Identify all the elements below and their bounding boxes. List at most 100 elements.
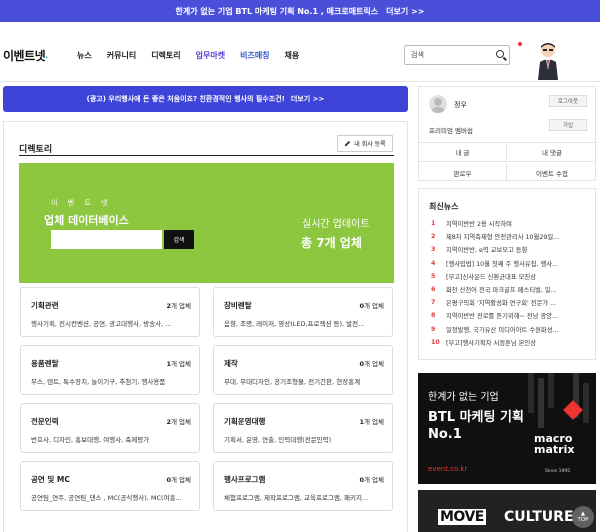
company-search-input[interactable]	[51, 230, 162, 249]
notification-dot-icon	[518, 42, 522, 46]
search-input[interactable]: 검색	[404, 45, 510, 65]
promo-ad-bar[interactable]: (광고) 우리행사에 돈 좋은 처음이죠? 친환경적인 행사의 필수조건! 더보…	[3, 86, 408, 112]
nav-jobs[interactable]: 채용	[285, 50, 300, 61]
avatar	[429, 95, 447, 113]
page-title: 디렉토리	[19, 145, 53, 155]
macromatrix-ad-banner[interactable]: 한계가 없는 기업 BTL 마케팅 기획 No.1 macro matrix Si…	[418, 373, 596, 484]
user-panel: 정우 로그아웃 프리미엄 멤버쉽 가입 내 글 내 댓글 판로우 이벤트 수첩	[418, 86, 597, 182]
user-name: 정우	[454, 101, 467, 109]
top-banner-text: 한계가 없는 기업 BTL 마케팅 기획 No.1 , 매크로매트릭스	[175, 6, 379, 16]
category-count: 0개 업체	[359, 302, 384, 310]
move-logo-text: MOVE	[438, 509, 486, 525]
register-company-label: 내 회사 등록	[354, 141, 386, 148]
category-card[interactable]: 제작 0개 업체 무대, 무대디자인, 공기조형물, 전기간판, 현장홍계	[213, 345, 393, 395]
top-label: TOP	[577, 517, 589, 523]
category-name: 장비렌탈	[224, 301, 252, 310]
news-list: 1 지역이반반 2용 시작하며 2 제8차 지역축제형 안전관리사 10월29일..…	[431, 217, 591, 349]
latest-news-title: 최신뉴스	[429, 202, 459, 211]
category-name: 제작	[224, 359, 238, 368]
follow-link[interactable]: 판로우	[419, 163, 507, 182]
category-card[interactable]: 기획운영대행 1개 업체 기획서, 운영, 연출, 인력대행(전문인력)	[213, 403, 393, 453]
category-count: 0개 업체	[166, 476, 191, 484]
ad-brand-name: macro matrix	[534, 432, 575, 456]
top-banner-more-link[interactable]: 더보기 >>	[386, 6, 424, 17]
category-desc: 무대, 무대디자인, 공기조형물, 전기간판, 현장홍계	[224, 378, 361, 386]
news-item[interactable]: 8 지역이반반 전로를 듣기위해~ 전남 광양...	[431, 309, 591, 322]
news-item[interactable]: 5 [부고]신사운드 신환균대표 모친상	[431, 270, 591, 283]
ad-graphic-icon	[528, 373, 589, 428]
category-desc: 음향, 조명, 레이저, 영상(LED,프로젝션 등), 발전...	[224, 320, 365, 328]
user-menu-grid: 내 글 내 댓글 판로우 이벤트 수첩	[419, 142, 597, 182]
join-button[interactable]: 가입	[549, 119, 587, 131]
mascot-character-icon	[538, 43, 558, 80]
ad-since: Since 1995	[545, 469, 571, 474]
category-card[interactable]: 행사프로그램 0개 업체 체험프로그램, 제작프로그램, 교육프로그램, 패키지…	[213, 461, 393, 511]
category-name: 전문인력	[31, 417, 59, 426]
category-card[interactable]: 공연 및 MC 0개 업체 공연팀_연주, 공연팀_댄스 , MC(공식행사),…	[20, 461, 200, 511]
main-nav: 뉴스 커뮤니티 디렉토리 업무마켓 비즈매칭 채용	[77, 50, 314, 61]
category-name: 공연 및 MC	[31, 475, 70, 484]
category-count: 0개 업체	[359, 360, 384, 368]
premium-membership-label: 프리미엄 멤버쉽	[429, 127, 473, 135]
my-posts-link[interactable]: 내 글	[419, 143, 507, 162]
latest-news-panel: 최신뉴스 1 지역이반반 2용 시작하며 2 제8차 지역축제형 안전관리사 10월…	[418, 188, 596, 360]
news-item[interactable]: 6 화천 산천어 전국 파크골프 페스티벌, 일...	[431, 283, 591, 296]
top-banner[interactable]: 한계가 없는 기업 BTL 마케팅 기획 No.1 , 매크로매트릭스 더보기 …	[0, 0, 600, 22]
site-logo[interactable]: 이벤트넷·	[3, 47, 48, 64]
register-company-button[interactable]: 내 회사 등록	[337, 135, 393, 152]
nav-news[interactable]: 뉴스	[77, 50, 92, 61]
promo-ad-more-link[interactable]: 더보기 >>	[291, 94, 325, 104]
news-item[interactable]: 1 지역이반반 2용 시작하며	[431, 217, 591, 230]
news-item[interactable]: 7 은평구의회 '지역활성화 연구회' 전문가 ...	[431, 296, 591, 309]
category-count: 2개 업체	[166, 418, 191, 426]
category-count: 1개 업체	[359, 418, 384, 426]
total-companies-label: 총 7개 업체	[301, 236, 362, 250]
category-desc: 행사기획, 전시컨벤션, 공연, 광고대행사, 방송사, ...	[31, 320, 172, 328]
logout-button[interactable]: 로그아웃	[549, 95, 587, 107]
culture-logo-text: CULTURE	[504, 509, 574, 525]
category-card[interactable]: 기획관련 2개 업체 행사기획, 전시컨벤션, 공연, 광고대행사, 방송사, …	[20, 287, 200, 337]
nav-directory[interactable]: 디렉토리	[151, 50, 180, 61]
news-item[interactable]: 3 지역이반반, e력 교보모고 동향	[431, 243, 591, 256]
company-database-banner: 이 벤 트 넷 업체 데이터베이스 검색 실시간 업데이트 총 7개 업체	[19, 163, 394, 283]
event-notebook-link[interactable]: 이벤트 수첩	[508, 163, 596, 182]
move-culture-ad-banner[interactable]: MOVE CULTURE	[418, 490, 596, 532]
site-header: 이벤트넷· 뉴스 커뮤니티 디렉토리 업무마켓 비즈매칭 채용 검색	[0, 22, 600, 82]
news-item[interactable]: 9 일정발행, 국가유산 미디어아트 수원화성...	[431, 323, 591, 336]
company-search-button[interactable]: 검색	[164, 230, 194, 249]
news-item[interactable]: 10 [부고]행사기획자 서정훈님 본인상	[431, 336, 591, 349]
title-divider	[19, 155, 394, 156]
ad-line2: BTL 마케팅 기획	[428, 410, 524, 425]
ad-line3: No.1	[428, 427, 462, 442]
promo-ad-text: (광고) 우리행사에 돈 좋은 처음이죠? 친환경적인 행사의 필수조건!	[86, 95, 285, 103]
db-brand-text: 이 벤 트 넷	[51, 199, 112, 207]
category-name: 용품렌탈	[31, 359, 59, 368]
category-name: 기획운영대행	[224, 417, 266, 426]
category-count: 1개 업체	[166, 360, 191, 368]
category-desc: 체험프로그램, 제작프로그램, 교육프로그램, 패키지...	[224, 494, 369, 502]
category-name: 기획관련	[31, 301, 59, 310]
nav-work-market[interactable]: 업무마켓	[196, 50, 225, 61]
search-input-text: 검색	[411, 51, 424, 59]
directory-panel: 디렉토리 내 회사 등록 이 벤 트 넷 업체 데이터베이스 검색 실시간 업데…	[3, 121, 408, 532]
pencil-icon	[345, 140, 351, 147]
category-card[interactable]: 용품렌탈 1개 업체 무스, 텐트, 특수장치, 놀이기구, 추첨기, 행사용품	[20, 345, 200, 395]
category-desc: 무스, 텐트, 특수장치, 놀이기구, 추첨기, 행사용품	[31, 378, 166, 386]
category-count: 0개 업체	[359, 476, 384, 484]
category-desc: 번호사, 디자인, 홍보대행, 여행사, 축제평가	[31, 436, 150, 444]
my-comments-link[interactable]: 내 댓글	[508, 143, 596, 162]
scroll-top-button[interactable]: ▲ TOP	[572, 506, 594, 528]
db-title: 업체 데이터베이스	[44, 214, 129, 227]
nav-biz-matching[interactable]: 비즈매칭	[240, 50, 269, 61]
news-item[interactable]: 4 [행사입법] 10월 첫째 주 행사유첩, 행사...	[431, 257, 591, 270]
category-card[interactable]: 전문인력 2개 업체 번호사, 디자인, 홍보대행, 여행사, 축제평가	[20, 403, 200, 453]
category-desc: 기획서, 운영, 연출, 인력대행(전문인력)	[224, 436, 332, 444]
ad-line1: 한계가 없는 기업	[428, 392, 499, 403]
realtime-update-label: 실시간 업데이트	[302, 219, 370, 230]
nav-community[interactable]: 커뮤니티	[107, 50, 136, 61]
category-count: 2개 업체	[166, 302, 191, 310]
category-card[interactable]: 장비렌탈 0개 업체 음향, 조명, 레이저, 영상(LED,프로젝션 등), …	[213, 287, 393, 337]
category-desc: 공연팀_연주, 공연팀_댄스 , MC(공식행사), MC(여흥...	[31, 494, 182, 502]
search-icon[interactable]	[496, 50, 504, 58]
news-item[interactable]: 2 제8차 지역축제형 안전관리사 10월29일...	[431, 230, 591, 243]
